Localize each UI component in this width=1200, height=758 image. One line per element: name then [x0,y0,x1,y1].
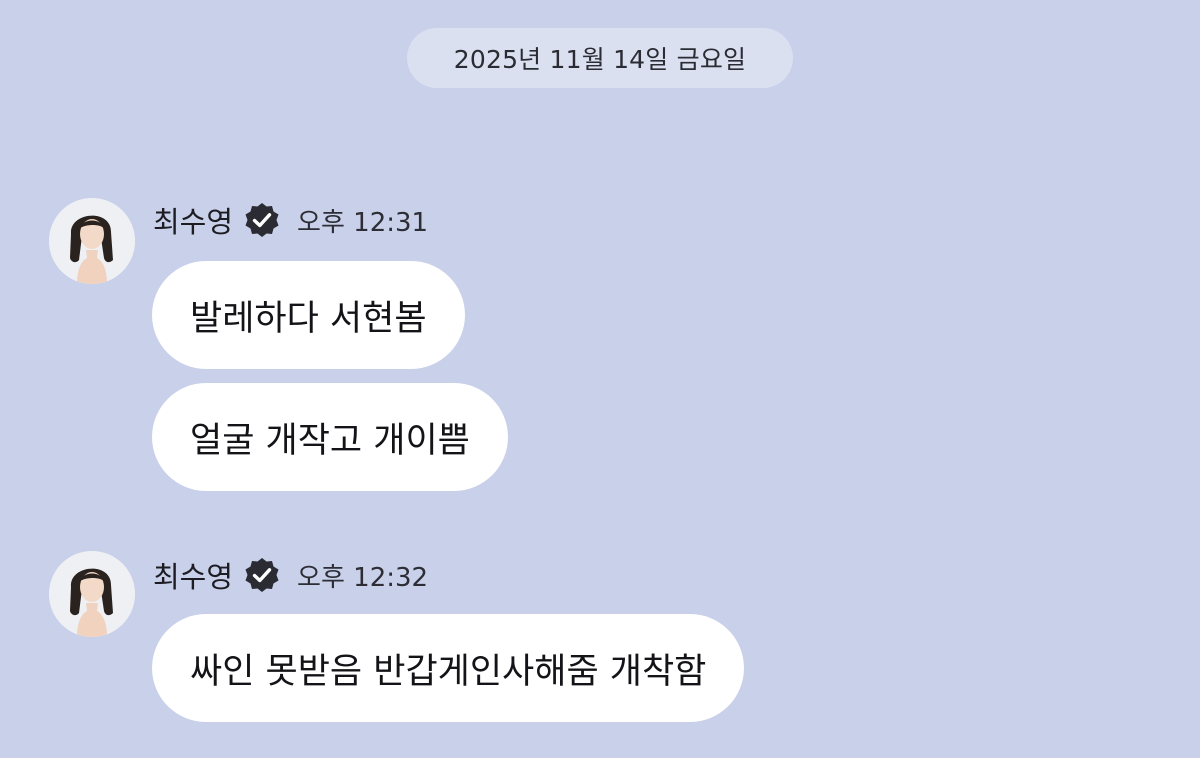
sender-name[interactable]: 최수영 [153,554,233,596]
verified-badge-icon [243,201,281,239]
sender-row: 최수영 오후 12:32 [153,555,428,595]
avatar[interactable] [49,551,135,637]
avatar[interactable] [49,198,135,284]
message-bubble[interactable]: 싸인 못받음 반갑게인사해줌 개착함 [152,614,745,722]
sender-row: 최수영 오후 12:31 [153,200,428,240]
sender-name[interactable]: 최수영 [153,199,233,241]
message-bubble[interactable]: 얼굴 개작고 개이쁨 [152,383,508,491]
date-divider: 2025년 11월 14일 금요일 [407,28,793,88]
verified-badge-icon [243,556,281,594]
chat-view: 2025년 11월 14일 금요일 최수영 오후 12:31 발레하다 서현봄 … [0,0,1200,758]
message-time: 오후 12:31 [297,207,429,238]
avatar-image [49,551,135,637]
avatar-image [49,198,135,284]
message-time: 오후 12:32 [297,562,429,593]
message-bubble[interactable]: 발레하다 서현봄 [152,261,465,369]
